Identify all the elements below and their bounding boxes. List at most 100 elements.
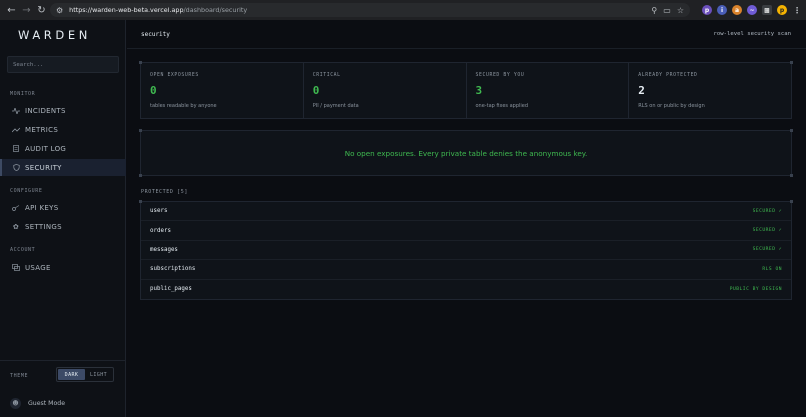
sidebar-item-usage[interactable]: USAGE bbox=[0, 259, 126, 276]
extensions-area: p i a ~ ▩ p ⋮ bbox=[702, 3, 802, 17]
sidebar-item-label: AUDIT LOG bbox=[25, 144, 67, 153]
corner-accent bbox=[790, 61, 793, 64]
stat-value: 3 bbox=[475, 84, 483, 97]
app-logo[interactable]: WARDEN bbox=[18, 28, 91, 42]
sidebar-item-label: METRICS bbox=[25, 125, 59, 134]
stat-description: RLS on or public by design bbox=[638, 103, 705, 109]
status-badge: RLS ON bbox=[762, 266, 782, 272]
sidebar-item-label: SECURITY bbox=[25, 163, 62, 172]
protected-table: users SECURED ✓ orders SECURED ✓ message… bbox=[140, 201, 792, 300]
extension-icon[interactable]: p bbox=[702, 5, 712, 15]
stat-description: tables readable by anyone bbox=[150, 103, 217, 109]
table-row[interactable]: public_pages PUBLIC BY DESIGN bbox=[141, 280, 791, 299]
protected-section-label: PROTECTED [5] bbox=[141, 189, 188, 195]
status-badge: SECURED ✓ bbox=[752, 228, 782, 234]
stat-value: 0 bbox=[312, 84, 320, 97]
status-banner: No open exposures. Every private table d… bbox=[140, 130, 792, 176]
table-name: orders bbox=[150, 227, 171, 234]
sidebar-item-label: USAGE bbox=[25, 263, 51, 272]
corner-accent bbox=[790, 174, 793, 177]
zoom-icon[interactable]: ⚲ bbox=[651, 6, 657, 15]
bookmark-star-icon[interactable]: ☆ bbox=[677, 6, 684, 15]
profile-avatar-icon[interactable]: p bbox=[777, 5, 787, 15]
sidebar-item-api-keys[interactable]: API KEYS bbox=[0, 199, 126, 216]
table-name: public_pages bbox=[150, 286, 192, 293]
stats-panel: OPEN EXPOSURES 0 tables readable by anyo… bbox=[140, 62, 792, 119]
pulse-icon bbox=[11, 107, 21, 114]
corner-accent bbox=[139, 129, 142, 132]
sidebar-search bbox=[7, 56, 119, 73]
sidebar-item-incidents[interactable]: INCIDENTS bbox=[0, 102, 126, 119]
table-row[interactable]: users SECURED ✓ bbox=[141, 202, 791, 222]
status-badge: SECURED ✓ bbox=[752, 208, 782, 214]
stat-label: CRITICAL bbox=[312, 73, 341, 78]
stat-label: SECURED BY YOU bbox=[475, 73, 525, 78]
sidebar-item-label: API KEYS bbox=[25, 203, 59, 212]
corner-accent bbox=[139, 174, 142, 177]
table-row[interactable]: messages SECURED ✓ bbox=[141, 241, 791, 261]
stat-label: ALREADY PROTECTED bbox=[638, 73, 698, 78]
cast-icon[interactable]: ▭ bbox=[663, 6, 671, 15]
extension-icon[interactable]: ~ bbox=[747, 5, 757, 15]
forward-arrow-icon[interactable]: → bbox=[19, 3, 34, 18]
url-text[interactable]: https://warden-web-beta.vercel.app/dashb… bbox=[69, 6, 247, 14]
address-bar[interactable]: ⚙ https://warden-web-beta.vercel.app/das… bbox=[50, 3, 690, 17]
sidebar-item-label: INCIDENTS bbox=[25, 106, 66, 115]
section-label-account: ACCOUNT bbox=[10, 247, 36, 253]
user-avatar-icon: ☻ bbox=[10, 398, 21, 409]
table-name: users bbox=[150, 208, 168, 215]
status-badge: SECURED ✓ bbox=[752, 247, 782, 253]
table-name: messages bbox=[150, 246, 178, 253]
guest-mode-label: Guest Mode bbox=[28, 400, 65, 407]
stat-value: 0 bbox=[150, 84, 157, 97]
stat-description: one-tap fixes applied bbox=[475, 103, 529, 109]
theme-label: THEME bbox=[10, 373, 29, 379]
stat-value: 2 bbox=[638, 84, 645, 97]
usage-icon bbox=[11, 264, 21, 271]
stat-open-exposures: OPEN EXPOSURES 0 tables readable by anyo… bbox=[141, 63, 304, 118]
more-menu-icon[interactable]: ⋮ bbox=[792, 5, 802, 15]
shield-icon bbox=[11, 164, 21, 171]
sidebar-item-audit-log[interactable]: AUDIT LOG bbox=[0, 140, 126, 157]
corner-accent bbox=[790, 129, 793, 132]
section-label-monitor: MONITOR bbox=[10, 91, 36, 97]
stat-secured-by-you: SECURED BY YOU 3 one-tap fixes applied bbox=[467, 63, 630, 118]
theme-toggle: DARK LIGHT bbox=[56, 367, 114, 382]
sidebar-item-metrics[interactable]: METRICS bbox=[0, 121, 126, 138]
extension-icon[interactable]: i bbox=[717, 5, 727, 15]
corner-accent bbox=[790, 200, 793, 203]
theme-light-button[interactable]: LIGHT bbox=[85, 369, 112, 380]
corner-accent bbox=[139, 61, 142, 64]
guest-mode-account[interactable]: ☻ Guest Mode bbox=[10, 398, 65, 409]
gear-icon: ✿ bbox=[12, 222, 20, 231]
extension-icon[interactable]: a bbox=[732, 5, 742, 15]
sidebar-item-label: SETTINGS bbox=[25, 222, 62, 231]
stat-label: OPEN EXPOSURES bbox=[150, 73, 199, 78]
log-icon bbox=[11, 145, 21, 152]
reload-icon[interactable]: ↻ bbox=[34, 3, 49, 18]
site-info-icon[interactable]: ⚙ bbox=[56, 6, 63, 15]
sidebar-divider bbox=[0, 360, 125, 361]
corner-accent bbox=[139, 200, 142, 203]
browser-toolbar: ← → ↻ ⚙ https://warden-web-beta.vercel.a… bbox=[0, 0, 806, 20]
section-label-configure: CONFIGURE bbox=[10, 188, 43, 194]
stat-critical: CRITICAL 0 PII / payment data bbox=[304, 63, 467, 118]
table-row[interactable]: orders SECURED ✓ bbox=[141, 221, 791, 241]
search-input[interactable] bbox=[13, 61, 118, 68]
page-header: security row-level security scan bbox=[127, 20, 806, 49]
sidebar-item-security[interactable]: SECURITY bbox=[0, 159, 126, 176]
sidebar: WARDEN MONITOR INCIDENTS METRICS AUDIT L… bbox=[0, 20, 126, 417]
key-icon bbox=[11, 204, 21, 211]
back-arrow-icon[interactable]: ← bbox=[4, 3, 19, 18]
stat-already-protected: ALREADY PROTECTED 2 RLS on or public by … bbox=[629, 63, 791, 118]
status-badge: PUBLIC BY DESIGN bbox=[729, 286, 782, 292]
chart-icon bbox=[11, 127, 21, 133]
sidebar-item-settings[interactable]: ✿ SETTINGS bbox=[0, 218, 126, 235]
stat-description: PII / payment data bbox=[312, 103, 359, 109]
table-row[interactable]: subscriptions RLS ON bbox=[141, 260, 791, 280]
puzzle-icon[interactable]: ▩ bbox=[762, 5, 772, 15]
table-name: subscriptions bbox=[150, 266, 196, 273]
page-subtitle: row-level security scan bbox=[713, 31, 791, 37]
status-banner-text: No open exposures. Every private table d… bbox=[344, 148, 588, 158]
theme-dark-button[interactable]: DARK bbox=[58, 369, 85, 380]
